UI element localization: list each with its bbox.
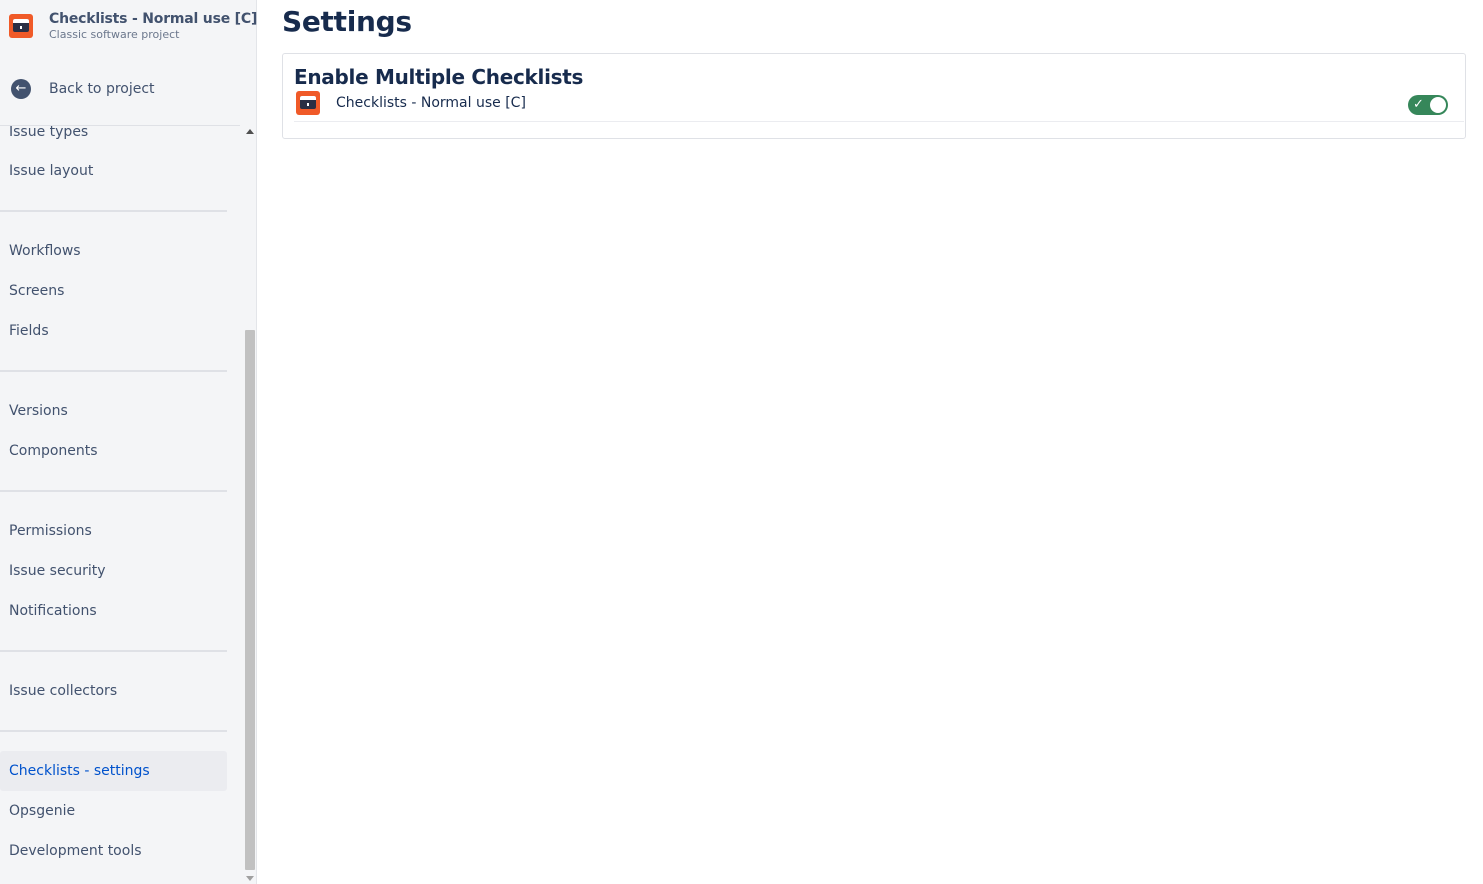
project-window-icon <box>9 14 33 38</box>
sidebar-item-label: Fields <box>9 323 49 339</box>
project-type: Classic software project <box>49 28 180 41</box>
sidebar-item-versions[interactable]: Versions <box>0 391 227 431</box>
sidebar-divider <box>0 730 227 732</box>
sidebar-divider <box>0 650 227 652</box>
sidebar-item-label: Notifications <box>9 603 97 619</box>
sidebar-item-issue-collectors[interactable]: Issue collectors <box>0 671 227 711</box>
sidebar-item-issue-types[interactable]: Issue types <box>0 126 227 152</box>
sidebar-item-permissions[interactable]: Permissions <box>0 511 227 551</box>
sidebar-item-opsgenie[interactable]: Opsgenie <box>0 791 227 831</box>
project-window-icon <box>296 91 320 115</box>
back-to-project-label: Back to project <box>49 81 155 97</box>
sidebar-item-label: Permissions <box>9 523 92 539</box>
sidebar-item-components[interactable]: Components <box>0 431 227 471</box>
sidebar-item-checklists-settings[interactable]: Checklists - settings <box>0 751 227 791</box>
scrollbar-thumb[interactable] <box>245 330 255 870</box>
sidebar-item-workflows[interactable]: Workflows <box>0 231 227 271</box>
sidebar-divider <box>0 490 227 492</box>
scroll-up-arrow-icon[interactable] <box>246 129 254 134</box>
project-name: Checklists - Normal use [C] <box>49 11 258 27</box>
sidebar-divider <box>0 210 227 212</box>
sidebar-item-issue-layout[interactable]: Issue layout <box>0 151 227 191</box>
sidebar-divider <box>0 370 227 372</box>
row-divider <box>294 121 1464 122</box>
arrow-left-circle-icon: ← <box>11 79 31 99</box>
toggle-knob <box>1430 97 1446 113</box>
sidebar-item-notifications[interactable]: Notifications <box>0 591 227 631</box>
card-title: Enable Multiple Checklists <box>294 65 584 89</box>
sidebar-item-label: Versions <box>9 403 68 419</box>
back-to-project-link[interactable]: ← Back to project <box>0 76 240 102</box>
sidebar-item-label: Development tools <box>9 843 142 859</box>
project-sidebar: Checklists - Normal use [C] Classic soft… <box>0 0 257 884</box>
sidebar-item-fields[interactable]: Fields <box>0 311 227 351</box>
sidebar-nav: Issue types Issue layout Workflows Scree… <box>0 126 244 884</box>
sidebar-scrollbar[interactable] <box>244 126 256 884</box>
page-title: Settings <box>282 5 412 38</box>
project-header[interactable]: Checklists - Normal use [C] Classic soft… <box>0 0 257 50</box>
scroll-down-arrow-icon[interactable] <box>246 876 254 881</box>
checkmark-icon: ✓ <box>1413 97 1424 112</box>
sidebar-item-label: Issue layout <box>9 163 94 179</box>
sidebar-item-label: Checklists - settings <box>9 763 150 779</box>
sidebar-item-label: Workflows <box>9 243 81 259</box>
sidebar-item-label: Issue security <box>9 563 106 579</box>
sidebar-item-issue-security[interactable]: Issue security <box>0 551 227 591</box>
enable-multiple-checklists-card: Enable Multiple Checklists Checklists - … <box>282 53 1466 139</box>
sidebar-item-label: Opsgenie <box>9 803 76 819</box>
sidebar-item-development-tools[interactable]: Development tools <box>0 831 227 871</box>
sidebar-item-label: Screens <box>9 283 65 299</box>
enable-checklists-toggle[interactable]: ✓ <box>1408 95 1448 115</box>
sidebar-item-label: Components <box>9 443 98 459</box>
sidebar-item-screens[interactable]: Screens <box>0 271 227 311</box>
sidebar-item-label: Issue collectors <box>9 683 118 699</box>
sidebar-item-label: Issue types <box>9 126 89 140</box>
project-row-label: Checklists - Normal use [C] <box>336 95 526 111</box>
